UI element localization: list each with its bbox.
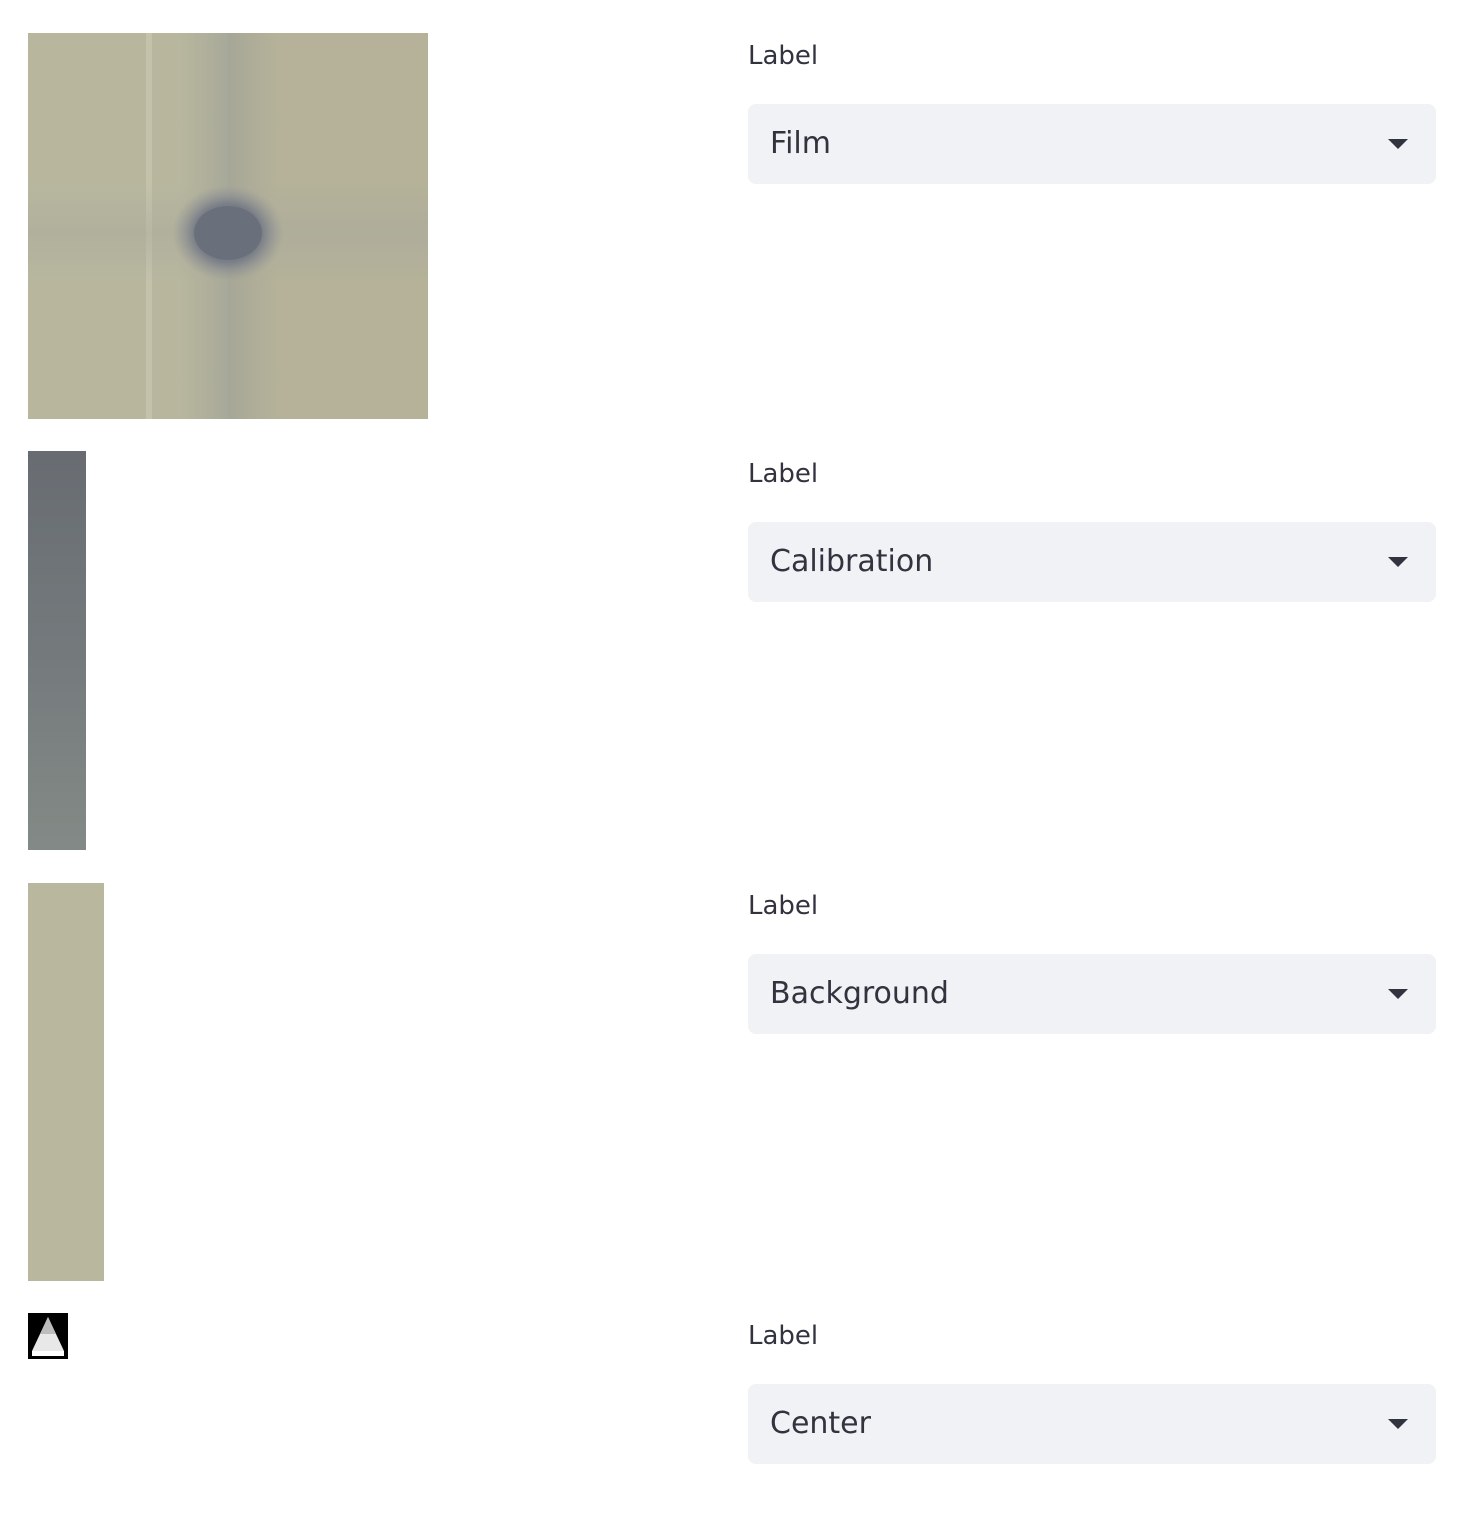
label-select-center[interactable]: Center <box>748 1384 1436 1464</box>
select-value: Background <box>770 976 949 1011</box>
chevron-down-icon <box>1388 557 1408 567</box>
calibration-image <box>28 451 86 850</box>
label-select-calibration[interactable]: Calibration <box>748 522 1436 602</box>
field-label: Label <box>748 459 819 489</box>
field-label: Label <box>748 1321 819 1351</box>
select-value: Calibration <box>770 544 934 579</box>
background-image <box>28 883 104 1281</box>
field-label: Label <box>748 41 819 71</box>
center-field: Label Center <box>748 1320 1436 1464</box>
chevron-down-icon <box>1388 139 1408 149</box>
chevron-down-icon <box>1388 989 1408 999</box>
film-image <box>28 33 428 419</box>
label-select-background[interactable]: Background <box>748 954 1436 1034</box>
select-value: Center <box>770 1406 871 1441</box>
film-field: Label Film <box>748 40 1436 184</box>
select-value: Film <box>770 126 831 161</box>
label-select-film[interactable]: Film <box>748 104 1436 184</box>
background-field: Label Background <box>748 890 1436 1034</box>
chevron-down-icon <box>1388 1419 1408 1429</box>
calibration-field: Label Calibration <box>748 458 1436 602</box>
field-label: Label <box>748 891 819 921</box>
center-image <box>28 1313 68 1359</box>
